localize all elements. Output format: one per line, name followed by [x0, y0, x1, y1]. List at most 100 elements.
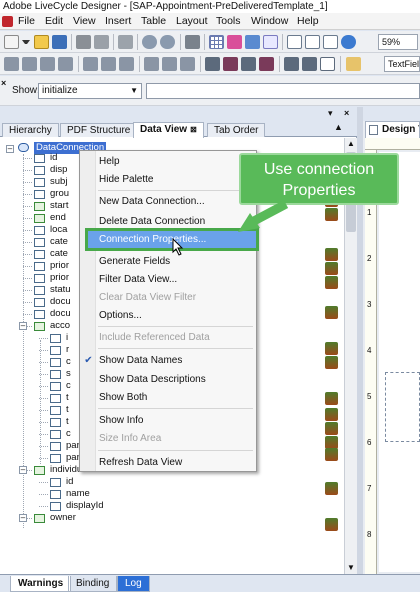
group-icon[interactable]: [144, 57, 159, 71]
fit-page-icon[interactable]: [323, 35, 338, 49]
menu-item-clear-data-view-filter[interactable]: Clear Data View Filter: [98, 289, 256, 306]
backward-icon[interactable]: [259, 57, 274, 71]
tree-node[interactable]: id: [50, 152, 57, 164]
fit-height-icon[interactable]: [287, 35, 302, 49]
font-color-icon[interactable]: [346, 57, 361, 71]
menu-table[interactable]: Table: [141, 15, 166, 28]
align-center-icon[interactable]: [83, 57, 98, 71]
undo-icon[interactable]: [142, 35, 157, 49]
dropdown-arrow-icon[interactable]: [22, 40, 30, 45]
send-back-icon[interactable]: [223, 57, 238, 71]
zoom-level-field[interactable]: 59%: [378, 34, 418, 50]
tree-collapse-icon[interactable]: –: [19, 514, 27, 522]
tab-log[interactable]: Log: [117, 576, 150, 592]
zoom-out-icon[interactable]: [341, 35, 356, 49]
tree-node[interactable]: c: [66, 356, 71, 368]
layout-icon[interactable]: [245, 35, 260, 49]
grid-icon[interactable]: [209, 35, 224, 49]
tree-node[interactable]: subj: [50, 176, 67, 188]
tree-node[interactable]: c: [66, 428, 71, 440]
panel-close-icon[interactable]: ×: [344, 108, 349, 118]
ungroup-icon[interactable]: [162, 57, 177, 71]
tree-node[interactable]: disp: [50, 164, 67, 176]
center-page-icon[interactable]: [180, 57, 195, 71]
tab-hierarchy[interactable]: Hierarchy: [2, 123, 59, 137]
tab-order[interactable]: Tab Order: [207, 123, 266, 137]
fullscreen-icon[interactable]: [263, 35, 278, 49]
tree-node[interactable]: t: [66, 404, 69, 416]
tree-node[interactable]: i: [66, 332, 68, 344]
align-top-icon[interactable]: [40, 57, 55, 71]
design-page[interactable]: [379, 152, 420, 572]
tree-node[interactable]: r: [66, 344, 69, 356]
table-icon[interactable]: [302, 57, 317, 71]
tree-node[interactable]: name: [66, 488, 90, 500]
tree-node[interactable]: prior: [50, 260, 69, 272]
menu-item-delete-data-connection[interactable]: Delete Data Connection: [98, 213, 256, 230]
object-type-field[interactable]: TextField: [384, 56, 420, 72]
redo-icon[interactable]: [160, 35, 175, 49]
menu-layout[interactable]: Layout: [176, 15, 208, 28]
tree-node[interactable]: cate: [50, 248, 68, 260]
tree-node[interactable]: t: [66, 392, 69, 404]
tree-node[interactable]: t: [66, 416, 69, 428]
scroll-up-arrow-icon[interactable]: ▲: [345, 138, 357, 150]
tab-warnings[interactable]: Warnings: [10, 576, 72, 592]
menu-tools[interactable]: Tools: [216, 15, 241, 28]
save-icon[interactable]: [52, 35, 67, 49]
merge-icon[interactable]: [284, 57, 299, 71]
menu-item-show-data-descriptions[interactable]: Show Data Descriptions: [98, 371, 256, 388]
menu-item-show-data-names[interactable]: Show Data Names: [98, 352, 256, 369]
close-tab-icon[interactable]: ⊠: [190, 125, 197, 134]
menu-window[interactable]: Window: [251, 15, 288, 28]
tree-node[interactable]: statu: [50, 284, 71, 296]
align-middle-icon[interactable]: [101, 57, 116, 71]
cut-icon[interactable]: [118, 35, 133, 49]
tree-node[interactable]: prior: [50, 272, 69, 284]
menu-item-help[interactable]: HelpF1: [98, 153, 256, 170]
preview-icon[interactable]: [94, 35, 109, 49]
panel-menu-icon[interactable]: ▾: [328, 108, 333, 119]
distribute-icon[interactable]: [119, 57, 134, 71]
show-event-select[interactable]: initialize ▼: [38, 83, 142, 99]
menu-file[interactable]: File: [18, 15, 35, 28]
menu-item-size-info-area[interactable]: Size Info Area: [98, 430, 256, 447]
tree-collapse-icon[interactable]: –: [6, 145, 14, 153]
tab-data-view[interactable]: Data View ⊠: [133, 122, 204, 138]
tab-pdf-structure[interactable]: PDF Structure: [60, 123, 138, 137]
tab-binding[interactable]: Binding: [68, 576, 118, 592]
color-palette-icon[interactable]: [227, 35, 242, 49]
fit-width-icon[interactable]: [305, 35, 320, 49]
open-folder-icon[interactable]: [34, 35, 49, 49]
menu-item-new-data-connection[interactable]: New Data Connection...: [98, 193, 256, 210]
tree-node[interactable]: docu: [50, 308, 71, 320]
tree-node[interactable]: start: [50, 200, 68, 212]
close-icon[interactable]: ×: [1, 78, 6, 88]
tree-collapse-icon[interactable]: –: [19, 322, 27, 330]
tree-node[interactable]: cate: [50, 236, 68, 248]
text-indent-icon[interactable]: [320, 57, 335, 71]
menu-insert[interactable]: Insert: [105, 15, 131, 28]
menu-item-refresh-data-view[interactable]: Refresh Data View: [98, 454, 256, 471]
menu-item-filter-data-view[interactable]: Filter Data View...: [98, 271, 256, 288]
menu-help[interactable]: Help: [297, 15, 319, 28]
forward-icon[interactable]: [241, 57, 256, 71]
tree-node[interactable]: displayId: [66, 500, 104, 512]
tab-design-view[interactable]: Design View: [365, 121, 420, 138]
tree-node[interactable]: loca: [50, 224, 67, 236]
script-input[interactable]: [146, 83, 420, 99]
tree-node[interactable]: owner: [50, 512, 76, 524]
new-document-icon[interactable]: [4, 35, 19, 49]
align-bottom-icon[interactable]: [58, 57, 73, 71]
tree-node[interactable]: docu: [50, 296, 71, 308]
menu-item-include-referenced-data[interactable]: Include Referenced Data: [98, 329, 256, 346]
tree-node[interactable]: grou: [50, 188, 69, 200]
tree-collapse-icon[interactable]: –: [19, 466, 27, 474]
bring-front-icon[interactable]: [205, 57, 220, 71]
menu-item-show-info[interactable]: Show Info: [98, 412, 256, 429]
align-right-icon[interactable]: [22, 57, 37, 71]
menu-edit[interactable]: Edit: [45, 15, 63, 28]
tree-node[interactable]: c: [66, 380, 71, 392]
tree-node[interactable]: id: [66, 476, 73, 488]
scroll-up-icon[interactable]: ▲: [334, 122, 343, 132]
